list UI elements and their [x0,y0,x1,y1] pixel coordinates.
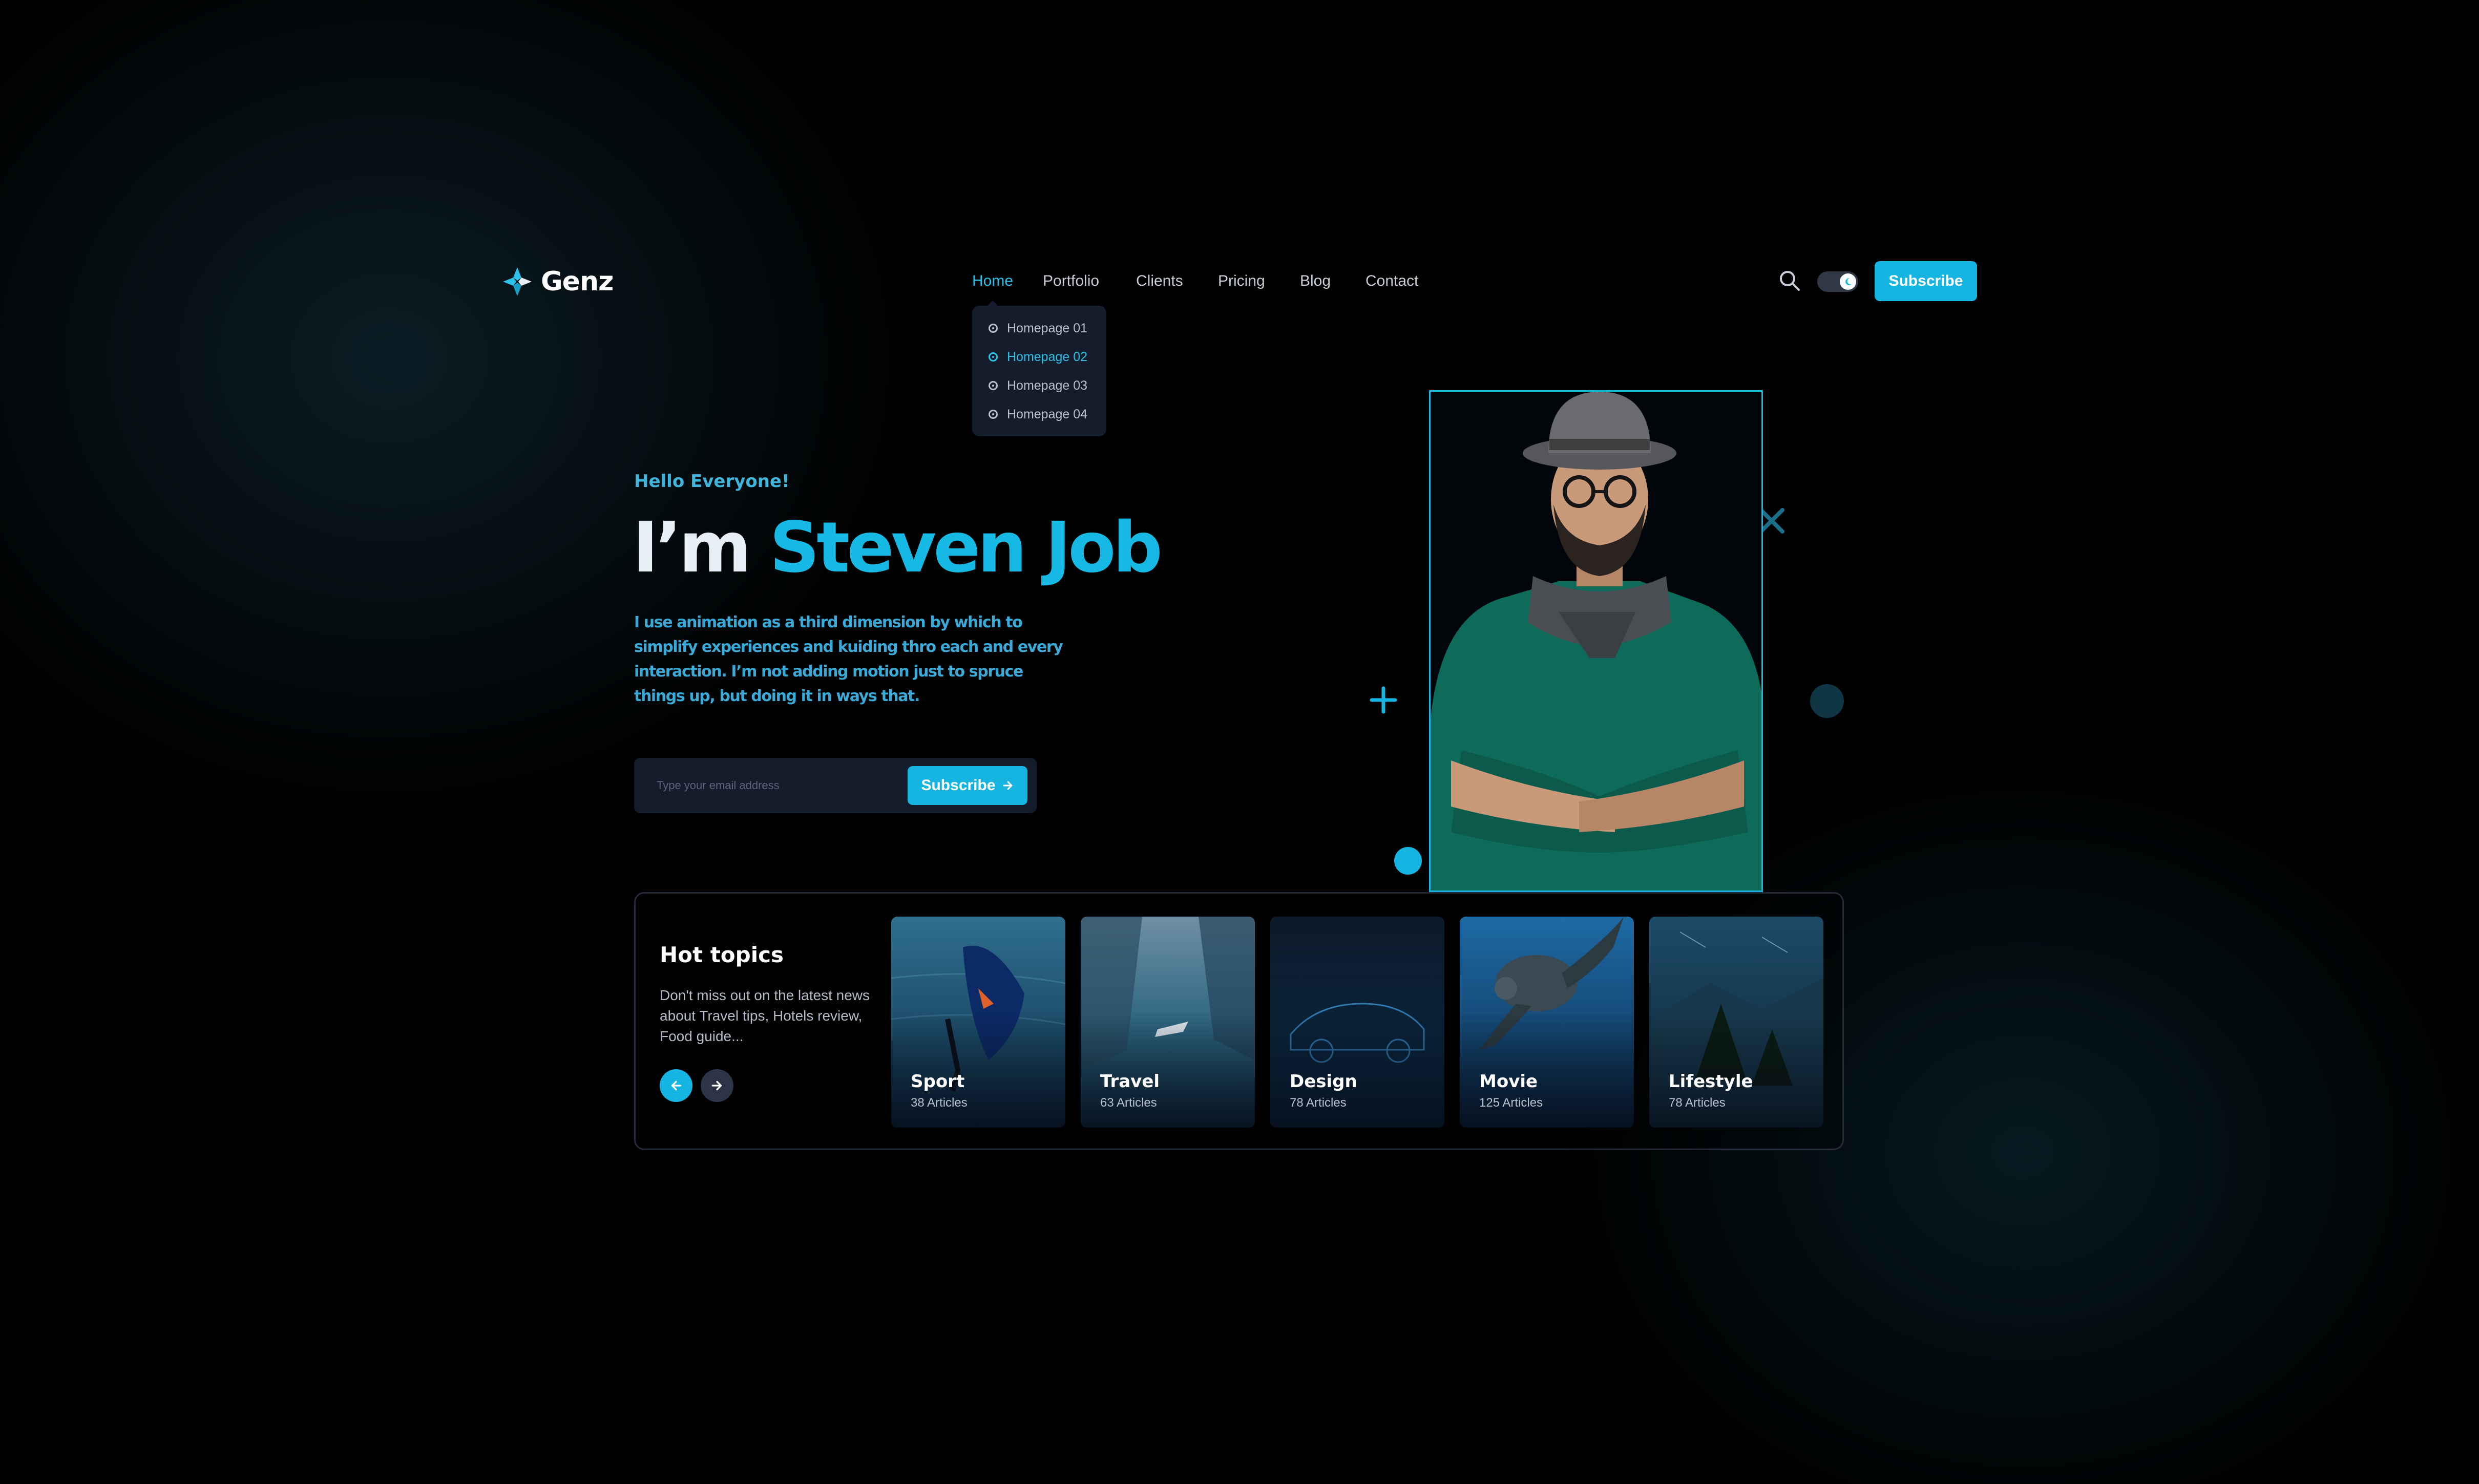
search-button[interactable] [1777,268,1802,293]
card-title: Lifestyle [1669,1071,1753,1092]
topic-card-sport[interactable]: Sport 38 Articles [891,917,1065,1128]
logo-text: Genz [541,266,614,297]
bullet-icon [989,352,998,362]
card-title: Movie [1479,1071,1538,1092]
moon-icon [1845,278,1852,285]
card-title: Sport [911,1071,965,1092]
email-input[interactable] [657,771,892,800]
home-dropdown: Homepage 01 Homepage 02 Homepage 03 Home… [972,301,1106,436]
toggle-knob [1840,273,1856,290]
hot-topics-description: Don't miss out on the latest news about … [660,987,870,1044]
topic-card-movie[interactable]: Movie 125 Articles [1460,917,1634,1128]
card-count: 78 Articles [1290,1096,1347,1110]
bullet-icon [989,381,998,390]
dropdown-item[interactable]: Homepage 04 [989,404,1087,425]
hero-title-name: Steven Job [769,507,1163,588]
card-count: 125 Articles [1479,1096,1543,1110]
plus-decoration-icon [1370,686,1397,714]
hero-subscribe-button[interactable]: Subscribe [908,766,1027,805]
nav-home[interactable]: Home [972,270,1043,292]
hero-subscribe-label: Subscribe [921,777,996,794]
person-illustration [1431,392,1761,891]
topic-card-lifestyle[interactable]: Lifestyle 78 Articles [1649,917,1823,1128]
topic-card-travel[interactable]: Travel 63 Articles [1081,917,1255,1128]
card-count: 63 Articles [1100,1096,1157,1110]
hot-topics-title: Hot topics [660,942,784,967]
hero-title: I’m Steven Job [633,507,1163,589]
dropdown-item-label: Homepage 02 [1007,349,1088,364]
nav-clients[interactable]: Clients [1136,270,1218,292]
card-count: 38 Articles [911,1096,968,1110]
main-nav: Home Portfolio Clients Pricing Blog Cont… [972,270,1427,292]
hero-description: I use animation as a third dimension by … [634,613,1063,705]
header-subscribe-button[interactable]: Subscribe [1875,261,1977,301]
arrow-right-icon [711,1080,722,1091]
logo-icon [503,267,532,296]
dropdown-item[interactable]: Homepage 02 [989,347,1087,367]
hero-greeting: Hello Everyone! [634,471,790,492]
carousel-prev-button[interactable] [660,1069,692,1102]
theme-toggle[interactable] [1817,271,1858,292]
nav-blog[interactable]: Blog [1300,270,1365,292]
dropdown-item[interactable]: Homepage 01 [989,318,1087,338]
search-icon [1780,271,1800,291]
dropdown-item[interactable]: Homepage 03 [989,375,1087,396]
card-title: Design [1290,1071,1357,1092]
arrow-left-icon [671,1080,682,1091]
nav-contact[interactable]: Contact [1365,270,1427,292]
nav-portfolio[interactable]: Portfolio [1043,270,1136,292]
bullet-icon [989,324,998,333]
nav-pricing[interactable]: Pricing [1218,270,1300,292]
page: Genz Home Portfolio Clients Pricing Blog… [0,0,2479,1484]
topic-card-design[interactable]: Design 78 Articles [1270,917,1444,1128]
dropdown-item-label: Homepage 04 [1007,407,1088,421]
profile-photo [1429,390,1763,892]
card-title: Travel [1100,1071,1160,1092]
bullet-icon [989,410,998,419]
logo[interactable]: Genz [501,264,614,300]
dropdown-item-label: Homepage 01 [1007,321,1088,335]
newsletter-form: Subscribe [634,758,1037,813]
circle-decoration [1394,847,1422,875]
card-count: 78 Articles [1669,1096,1726,1110]
arrow-right-icon [1003,781,1013,790]
hero-title-prefix: I’m [633,507,751,588]
dropdown-item-label: Homepage 03 [1007,378,1088,393]
carousel-next-button[interactable] [701,1069,733,1102]
circle-decoration [1810,684,1844,718]
